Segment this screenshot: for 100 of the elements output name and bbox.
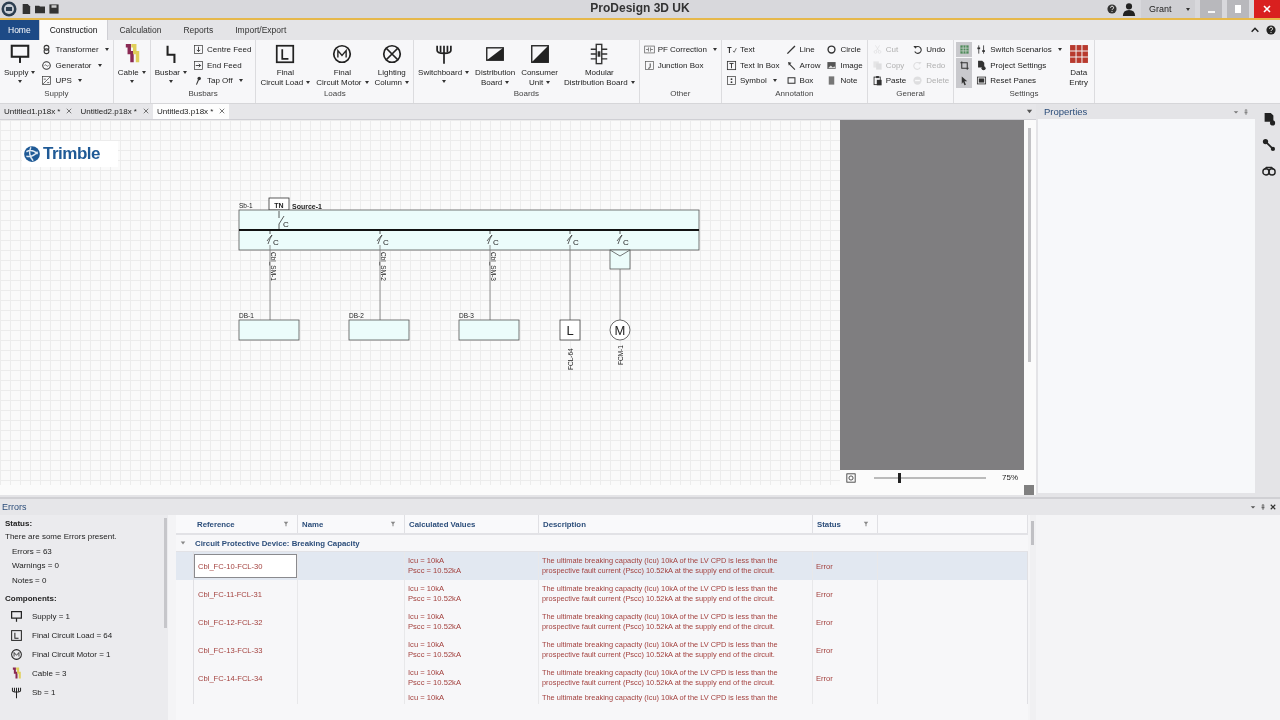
ribbon-button[interactable]: Centre Feed <box>191 42 254 58</box>
binoculars-icon[interactable] <box>1261 164 1276 178</box>
starter-box[interactable] <box>609 249 631 270</box>
ribbon-tab[interactable]: Import/Export <box>224 20 298 40</box>
ribbon-button[interactable]: Lighting Column <box>372 42 412 89</box>
ribbon-button[interactable]: Data Entry <box>1065 42 1092 89</box>
dropdown-icon[interactable] <box>1233 108 1239 115</box>
earthing-box[interactable] <box>268 197 290 211</box>
filter-icon[interactable] <box>863 521 869 527</box>
ribbon-button[interactable]: Final Circuit Motor <box>314 42 371 89</box>
ribbon-button[interactable]: Arrow <box>783 57 823 73</box>
ribbon-tab[interactable]: Construction <box>38 20 109 40</box>
ribbon-button[interactable]: Switch Scenarios <box>974 42 1064 58</box>
ribbon-button[interactable]: Text <box>724 42 782 58</box>
component-count: Final Circuit Load = 64 <box>32 631 113 640</box>
panel-title: Errors <box>2 502 27 512</box>
ribbon-button[interactable]: Note <box>824 73 865 89</box>
ribbon-button[interactable]: PF Correction <box>641 42 719 58</box>
ribbon-button[interactable]: End Feed <box>191 57 254 73</box>
toggle-button[interactable] <box>956 73 973 89</box>
folder-icon[interactable] <box>35 4 45 14</box>
ribbon-button[interactable]: Paste <box>869 73 909 89</box>
ribbon-button[interactable]: Reset Panes <box>974 73 1064 89</box>
help-icon[interactable] <box>1266 25 1276 35</box>
ribbon-button[interactable]: Consumer Unit <box>519 42 561 89</box>
source-breaker[interactable] <box>278 210 285 230</box>
end-feed-icon <box>193 59 204 71</box>
collapse-icon[interactable] <box>1250 25 1260 35</box>
ribbon-button[interactable]: Cable <box>115 42 148 84</box>
breaker-symbol[interactable] <box>376 230 383 245</box>
ribbon-button[interactable]: Transformer <box>39 42 111 58</box>
user-dropdown[interactable]: Grant <box>1141 0 1195 18</box>
document-tab[interactable]: Untitled3.p18x * <box>152 104 230 119</box>
ribbon-button[interactable]: Busbar <box>152 42 189 84</box>
motor-circle[interactable] <box>609 319 631 341</box>
ribbon-button[interactable]: Text In Box <box>724 57 782 73</box>
ribbon-tab[interactable]: Calculation <box>108 20 173 40</box>
ribbon-tab[interactable]: Reports <box>172 20 225 40</box>
filter-icon[interactable] <box>283 521 289 527</box>
components-heading: Components: <box>5 593 58 605</box>
close-icon[interactable] <box>219 108 226 115</box>
breaker-type-label: C <box>493 237 499 247</box>
motor-icon <box>331 43 354 65</box>
caret-icon <box>97 63 102 67</box>
status-text: There are some Errors present. <box>5 531 118 543</box>
expander-icon[interactable] <box>180 540 186 546</box>
ribbon-button[interactable]: Modular Distribution Board <box>562 42 637 89</box>
ribbon-button[interactable]: Symbol <box>724 73 782 89</box>
ribbon-button[interactable]: Tap Off <box>191 73 254 89</box>
scrollbar[interactable] <box>164 515 168 720</box>
ribbon-button[interactable]: Box <box>783 73 823 89</box>
breaker-symbol[interactable] <box>486 230 493 245</box>
ribbon-button[interactable]: Junction Box <box>641 57 719 73</box>
ribbon-button[interactable]: Distribution Board <box>473 42 518 89</box>
switchboard-box[interactable] <box>238 209 700 251</box>
new-file-icon[interactable] <box>21 4 31 14</box>
ribbon-tab[interactable]: Home <box>0 20 39 40</box>
ribbon-button[interactable]: Supply <box>2 42 38 84</box>
app-logo-icon[interactable] <box>1 1 17 17</box>
load-box-icon <box>10 629 23 642</box>
ribbon-button[interactable]: Image <box>824 57 865 73</box>
caret-icon <box>1186 7 1190 11</box>
breaker-symbol[interactable] <box>566 230 573 245</box>
user-icon[interactable] <box>1122 2 1136 16</box>
breaker-symbol[interactable] <box>616 230 623 245</box>
ribbon-button[interactable]: Undo <box>910 42 952 58</box>
ribbon-button[interactable]: UPS <box>39 73 111 89</box>
ribbon-button[interactable]: Generator <box>39 57 111 73</box>
ribbon-button[interactable]: Project Settings <box>974 57 1064 73</box>
toggle-button[interactable] <box>956 57 973 73</box>
toggle-button[interactable] <box>956 42 973 58</box>
filter-icon[interactable] <box>390 521 396 527</box>
wrench-icon[interactable] <box>1261 138 1276 152</box>
close-button[interactable] <box>1254 0 1280 18</box>
ribbon-button[interactable]: Switchboard <box>416 42 472 84</box>
busbar-line[interactable] <box>238 228 700 231</box>
dropdown-icon[interactable] <box>1250 504 1256 510</box>
grid-table-icon <box>1067 43 1090 65</box>
ribbon-button[interactable]: Line <box>783 42 823 58</box>
close-icon[interactable] <box>1270 504 1276 510</box>
caret-icon <box>713 48 717 52</box>
scrollbar[interactable] <box>1030 515 1036 720</box>
document-tab[interactable]: Untitled1.p18x * <box>0 104 77 119</box>
slider-thumb[interactable] <box>897 472 901 483</box>
scrollbar[interactable] <box>1024 119 1036 485</box>
ribbon-button[interactable]: Final Circuit Load <box>258 42 313 89</box>
dropdown-icon[interactable] <box>1026 107 1033 115</box>
caret-icon <box>129 80 134 83</box>
pin-icon[interactable] <box>1260 504 1266 510</box>
group-label: General <box>895 89 926 100</box>
breaker-symbol[interactable] <box>266 230 273 245</box>
help-icon[interactable] <box>1107 4 1117 14</box>
load-box[interactable] <box>559 319 581 341</box>
lamp-icon <box>380 43 403 65</box>
fit-to-page-icon[interactable] <box>846 472 856 483</box>
ribbon-button[interactable]: Circle <box>824 42 865 58</box>
save-icon[interactable] <box>49 4 59 14</box>
document-tab[interactable]: Untitled2.p18x * <box>76 104 153 119</box>
pin-icon[interactable] <box>1243 108 1249 115</box>
component-count: Cable = 3 <box>32 669 67 678</box>
